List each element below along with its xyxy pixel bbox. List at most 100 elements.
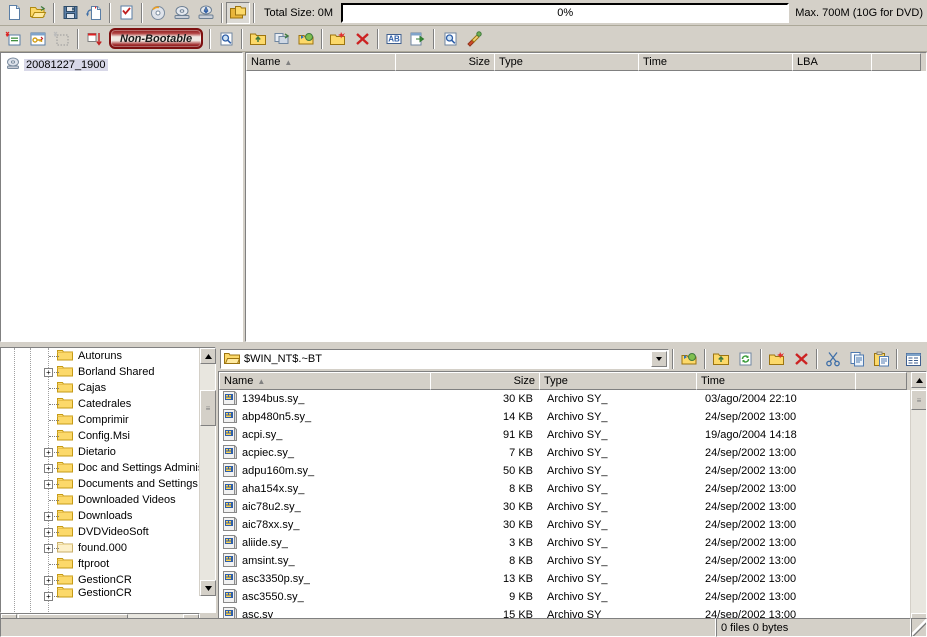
preview-button[interactable]: [214, 28, 238, 50]
bootable-add-button[interactable]: [2, 28, 26, 50]
paste-button[interactable]: [869, 348, 893, 370]
local-file-list[interactable]: Name ▲ Size Type Time 1394bus.sy_ 30 KB Archiv…: [218, 371, 927, 630]
tree-item-borland-shared[interactable]: + Borland Shared: [1, 364, 215, 380]
file-name-label: asc3350p.sy_: [242, 573, 310, 585]
cut-button[interactable]: [821, 348, 845, 370]
resize-grip-icon[interactable]: [911, 618, 927, 637]
new-folder-button[interactable]: [326, 28, 350, 50]
boot-status-badge[interactable]: Non-Bootable: [109, 28, 204, 49]
tree-expand-toggle[interactable]: +: [44, 448, 53, 457]
table-row[interactable]: 1394bus.sy_ 30 KB Archivo SY_ 03/ago/2004 2…: [219, 390, 926, 408]
tree-item-gestioncr[interactable]: + GestionCR: [1, 572, 215, 588]
column-header-pad[interactable]: [855, 372, 907, 390]
clear-boot-button[interactable]: [50, 28, 74, 50]
column-header-type[interactable]: Type: [539, 372, 697, 390]
new-file-button[interactable]: [2, 2, 26, 24]
tree-item-cajas[interactable]: Cajas: [1, 380, 215, 396]
open-file-button[interactable]: [26, 2, 50, 24]
tree-item-catedrales[interactable]: Catedrales: [1, 396, 215, 412]
column-header-size[interactable]: Size: [395, 53, 495, 71]
go-up-button[interactable]: [709, 348, 733, 370]
table-row[interactable]: amsint.sy_ 8 KB Archivo SY_ 24/sep/2002 13:…: [219, 552, 926, 570]
mount-drive-button[interactable]: [170, 2, 194, 24]
local-folder-tree[interactable]: Autoruns + Borland Shared Cajas Catedrales Co…: [0, 347, 216, 613]
refresh-button[interactable]: [733, 348, 757, 370]
image-file-list[interactable]: Name ▲ Size Type Time LBA: [245, 52, 927, 342]
tree-item-found-000[interactable]: + found.000: [1, 540, 215, 556]
tree-item-doc-and-settings-adminis[interactable]: + Doc and Settings Adminis: [1, 460, 215, 476]
column-header-size[interactable]: Size: [430, 372, 540, 390]
tree-item-dvdvideosoft[interactable]: + DVDVideoSoft: [1, 524, 215, 540]
tree-item-documents-and-settings[interactable]: + Documents and Settings: [1, 476, 215, 492]
tree-item-downloaded-videos[interactable]: Downloaded Videos: [1, 492, 215, 508]
scroll-down-button[interactable]: [200, 580, 216, 596]
image-tree[interactable]: 20081227_1900: [0, 52, 243, 342]
column-header-name[interactable]: Name ▲: [246, 53, 396, 71]
set-hidden-button[interactable]: [462, 28, 486, 50]
folder-icon: [57, 476, 73, 492]
column-header-time[interactable]: Time: [696, 372, 856, 390]
tree-item-gestioncr[interactable]: + GestionCR: [1, 587, 215, 601]
save-as-button[interactable]: [82, 2, 106, 24]
tree-item-comprimir[interactable]: Comprimir: [1, 412, 215, 428]
image-root-item[interactable]: 20081227_1900: [1, 53, 242, 73]
table-row[interactable]: aic78u2.sy_ 30 KB Archivo SY_ 24/sep/2002 1…: [219, 498, 926, 516]
folder-icon: [57, 492, 73, 508]
tree-item-dietario[interactable]: + Dietario: [1, 444, 215, 460]
tree-item-autoruns[interactable]: Autoruns: [1, 348, 215, 364]
column-header-time[interactable]: Time: [638, 53, 793, 71]
column-header-lba[interactable]: LBA: [792, 53, 872, 71]
tree-expand-toggle[interactable]: +: [44, 368, 53, 377]
table-row[interactable]: acpiec.sy_ 7 KB Archivo SY_ 24/sep/2002 13:…: [219, 444, 926, 462]
local-tree-vscrollbar[interactable]: ≡: [199, 348, 216, 596]
scroll-up-button[interactable]: [911, 372, 926, 388]
export-button[interactable]: [406, 28, 430, 50]
extract-button[interactable]: [270, 28, 294, 50]
table-row[interactable]: aic78xx.sy_ 30 KB Archivo SY_ 24/sep/2002 1…: [219, 516, 926, 534]
table-row[interactable]: aha154x.sy_ 8 KB Archivo SY_ 24/sep/2002 13…: [219, 480, 926, 498]
boot-settings-button[interactable]: [26, 28, 50, 50]
chevron-down-icon[interactable]: [651, 351, 667, 367]
table-row[interactable]: asc3550.sy_ 9 KB Archivo SY_ 24/sep/2002 13…: [219, 588, 926, 606]
new-folder-button[interactable]: [765, 348, 789, 370]
column-header-name[interactable]: Name ▲: [219, 372, 431, 390]
extract-to-button[interactable]: [294, 28, 318, 50]
tree-expand-toggle[interactable]: +: [44, 480, 53, 489]
tree-expand-toggle[interactable]: +: [44, 592, 53, 601]
rename-button[interactable]: AB: [382, 28, 406, 50]
column-header-pad[interactable]: [871, 53, 921, 71]
tree-item-config-msi[interactable]: Config.Msi: [1, 428, 215, 444]
table-row[interactable]: aliide.sy_ 3 KB Archivo SY_ 24/sep/2002 13:…: [219, 534, 926, 552]
tree-expand-toggle[interactable]: +: [44, 544, 53, 553]
copy-button[interactable]: [845, 348, 869, 370]
column-header-label: Type: [544, 375, 568, 387]
optimize-button[interactable]: [82, 28, 106, 50]
go-up-button[interactable]: [246, 28, 270, 50]
local-list-vscrollbar[interactable]: ≡: [910, 372, 926, 629]
table-row[interactable]: asc3350p.sy_ 13 KB Archivo SY_ 24/sep/2002 …: [219, 570, 926, 588]
tree-expand-toggle[interactable]: +: [44, 464, 53, 473]
column-header-type[interactable]: Type: [494, 53, 639, 71]
tree-expand-toggle[interactable]: +: [44, 576, 53, 585]
table-row[interactable]: adpu160m.sy_ 50 KB Archivo SY_ 24/sep/2002 …: [219, 462, 926, 480]
burn-image-button[interactable]: [146, 2, 170, 24]
make-image-button[interactable]: [194, 2, 218, 24]
delete-button[interactable]: [789, 348, 813, 370]
view-file-button[interactable]: [438, 28, 462, 50]
extract-to-button[interactable]: [677, 348, 701, 370]
simulated-burn-button[interactable]: [226, 1, 250, 24]
delete-button[interactable]: [350, 28, 374, 50]
properties-button[interactable]: [114, 2, 138, 24]
table-row[interactable]: abp480n5.sy_ 14 KB Archivo SY_ 24/sep/2002 …: [219, 408, 926, 426]
scroll-thumb[interactable]: ≡: [200, 390, 216, 426]
local-path-combo[interactable]: $WIN_NT$.~BT: [220, 349, 669, 369]
scroll-thumb[interactable]: ≡: [911, 390, 926, 410]
scroll-up-button[interactable]: [200, 348, 216, 364]
save-file-button[interactable]: [58, 2, 82, 24]
tree-item-ftproot[interactable]: ftproot: [1, 556, 215, 572]
tree-item-downloads[interactable]: + Downloads: [1, 508, 215, 524]
tree-expand-toggle[interactable]: +: [44, 528, 53, 537]
tree-expand-toggle[interactable]: +: [44, 512, 53, 521]
view-mode-button[interactable]: [901, 348, 925, 370]
table-row[interactable]: acpi.sy_ 91 KB Archivo SY_ 19/ago/2004 14:1…: [219, 426, 926, 444]
